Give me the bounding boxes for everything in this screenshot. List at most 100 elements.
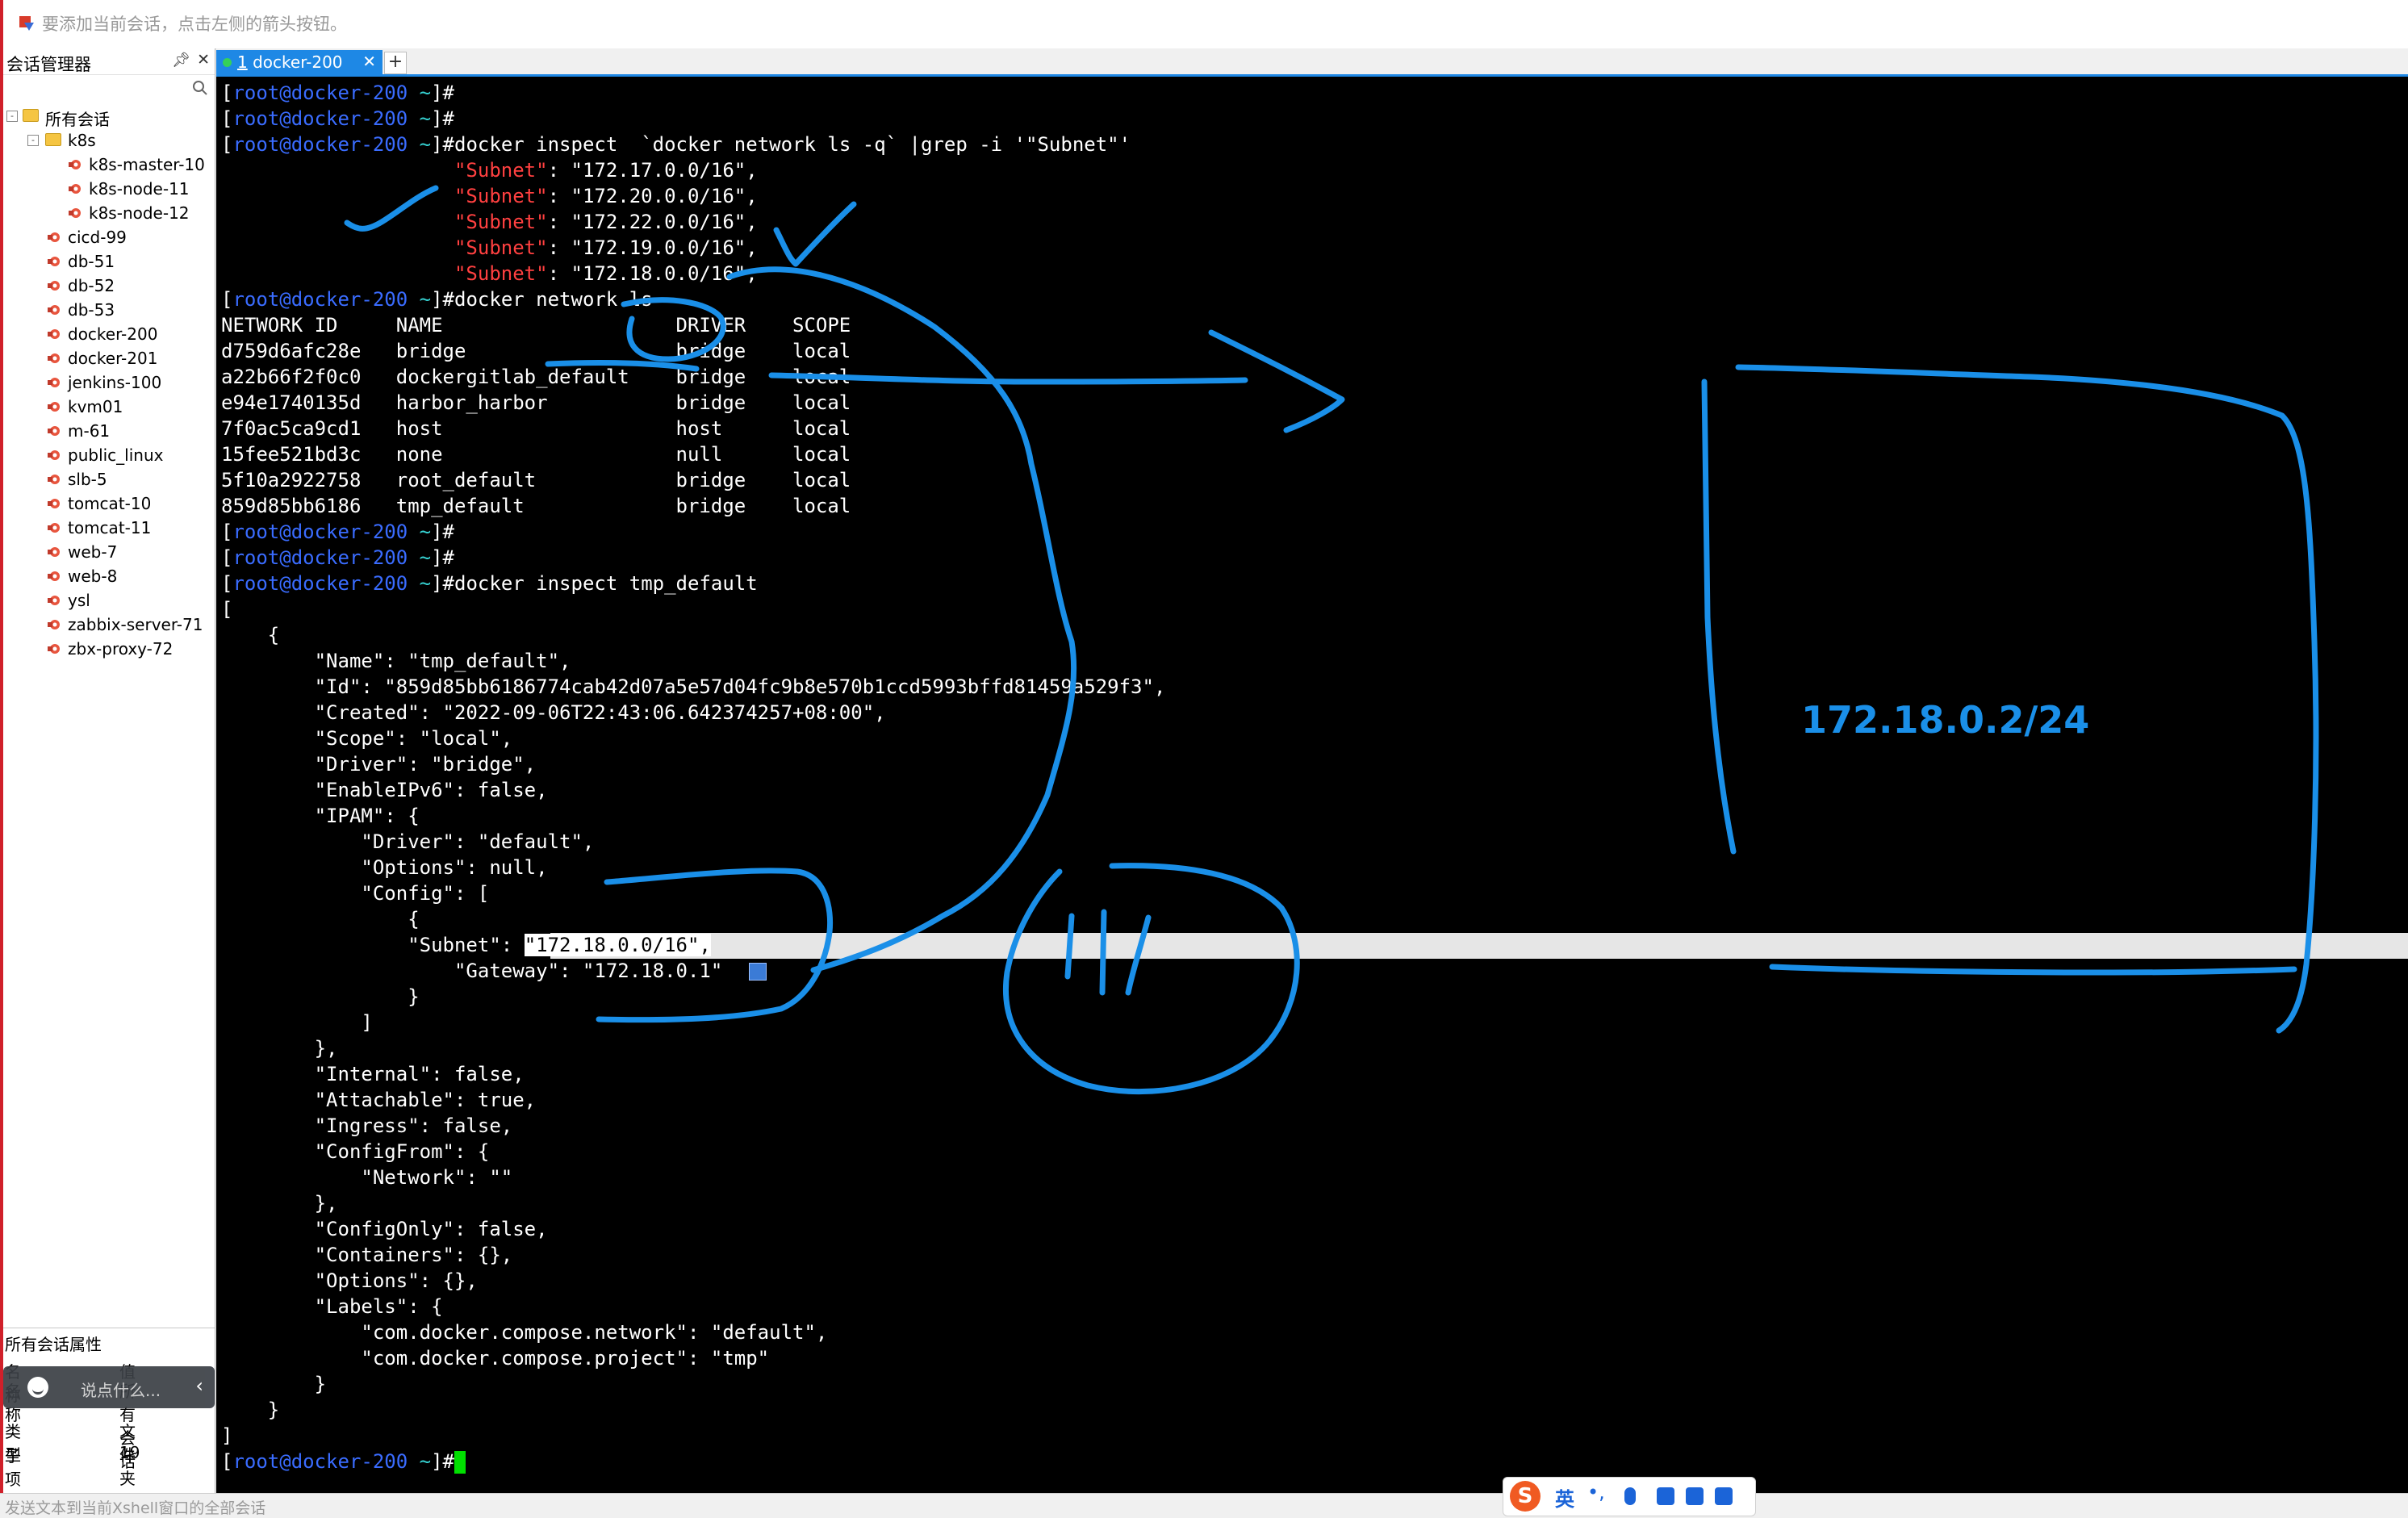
session-icon xyxy=(48,353,60,363)
ink-stroke xyxy=(1208,329,1345,433)
tree-label: k8s-master-10 xyxy=(89,155,205,174)
tree-session-item[interactable]: m-61 xyxy=(3,420,215,444)
json-text: "com.docker.compose.project": "tmp" xyxy=(221,1347,770,1370)
tree-session-item[interactable]: k8s-node-11 xyxy=(3,178,215,202)
note-icon[interactable] xyxy=(749,963,767,981)
prompt-line: [root@docker-200 ~]# xyxy=(221,82,455,104)
collapse-toggle-icon[interactable]: - xyxy=(6,111,18,122)
subnet-value: 172.20.0.0/16 xyxy=(582,185,734,207)
tree-session-item[interactable]: cicd-99 xyxy=(3,226,215,250)
tree-session-item[interactable]: db-52 xyxy=(3,274,215,299)
ls-row-text: e94e1740135d harbor_harbor bridge local xyxy=(221,391,851,414)
tree-label: ysl xyxy=(68,591,90,610)
json-line: "Options": {}, xyxy=(221,1268,1165,1294)
json-line: "Config": [ xyxy=(221,880,1165,906)
json-line: "Gateway": "172.18.0.1" xyxy=(221,958,1165,984)
tree-session-item[interactable]: db-53 xyxy=(3,299,215,323)
tree-session-item[interactable]: kvm01 xyxy=(3,395,215,420)
tree-session-item[interactable]: zbx-proxy-72 xyxy=(3,638,215,662)
json-line: "ConfigFrom": { xyxy=(221,1139,1165,1165)
property-value: 19 xyxy=(119,1443,140,1462)
tree-folder-k8s[interactable]: - k8s xyxy=(3,129,215,153)
ime-toolbar[interactable]: S 英 •, xyxy=(1503,1477,1756,1516)
ls-row-text: 7f0ac5ca9cd1 host host local xyxy=(221,417,851,440)
tree-session-item[interactable]: tomcat-11 xyxy=(3,516,215,541)
status-bar: 发送文本到当前Xshell窗口的全部会话 xyxy=(0,1493,2408,1517)
session-icon xyxy=(48,523,60,533)
table-row: a22b66f2f0c0 dockergitlab_default bridge… xyxy=(221,364,1165,390)
json-line: "Options": null, xyxy=(221,855,1165,880)
annotation-ip-label: 172.18.0.2/24 xyxy=(1801,698,2090,742)
session-icon xyxy=(48,378,60,387)
command-text: docker inspect tmp_default xyxy=(454,572,758,595)
session-icon xyxy=(48,499,60,508)
subnet-value: 172.22.0.0/16 xyxy=(582,211,734,233)
microphone-icon[interactable] xyxy=(1624,1487,1636,1505)
tree-session-item[interactable]: slb-5 xyxy=(3,468,215,492)
tree-session-item[interactable]: docker-201 xyxy=(3,347,215,371)
prompt-line: [root@docker-200 ~]# xyxy=(221,1449,1165,1474)
ime-language-toggle[interactable]: 英 xyxy=(1555,1483,1574,1512)
subnet-line: "Subnet": "172.20.0.0/16", xyxy=(454,185,758,207)
session-icon xyxy=(48,450,60,460)
json-text: "com.docker.compose.network": "default", xyxy=(221,1321,828,1344)
emoji-icon[interactable] xyxy=(27,1377,48,1398)
session-manager-title: 会话管理器 xyxy=(6,55,91,74)
json-line-selected: "Subnet": "172.18.0.0/16", xyxy=(221,932,1165,958)
pin-icon[interactable]: 📌︎ xyxy=(172,52,190,69)
tree-session-item[interactable]: web-8 xyxy=(3,565,215,589)
new-tab-button[interactable]: + xyxy=(384,52,407,74)
terminal-cursor xyxy=(454,1451,466,1474)
collapse-chevron-icon[interactable]: ‹ xyxy=(195,1374,203,1397)
ls-row-text: 5f10a2922758 root_default bridge local xyxy=(221,469,851,491)
tab-close-icon[interactable]: ✕ xyxy=(362,52,376,71)
json-line: ] xyxy=(221,1010,1165,1035)
json-text: "Internal": false, xyxy=(221,1063,525,1085)
chat-input-pill[interactable]: 说点什么... ‹ xyxy=(3,1366,215,1408)
toolbox-icon[interactable] xyxy=(1715,1487,1733,1505)
session-icon xyxy=(48,402,60,412)
json-line: "Internal": false, xyxy=(221,1061,1165,1087)
session-icon xyxy=(48,571,60,581)
skin-icon[interactable] xyxy=(1686,1487,1704,1505)
json-line: [ xyxy=(221,596,1165,622)
chat-placeholder: 说点什么... xyxy=(81,1381,161,1400)
keyboard-icon[interactable] xyxy=(1657,1487,1674,1505)
json-text: }, xyxy=(221,1037,338,1060)
session-icon xyxy=(48,281,60,291)
tree-session-item[interactable]: tomcat-10 xyxy=(3,492,215,516)
tree-session-item[interactable]: public_linux xyxy=(3,444,215,468)
sogou-logo-icon[interactable]: S xyxy=(1510,1481,1541,1512)
session-properties-panel: 所有会话属性 名称 值 名称 所有会话 类型 文件夹 子项目 19 xyxy=(3,1328,215,1512)
tree-session-item[interactable]: docker-200 xyxy=(3,323,215,347)
tree-root-all-sessions[interactable]: - 所有会话 xyxy=(3,105,215,129)
command-line: [root@docker-200 ~]#docker inspect tmp_d… xyxy=(221,572,758,595)
tree-session-item[interactable]: k8s-master-10 xyxy=(3,153,215,178)
ls-row-text: 859d85bb6186 tmp_default bridge local xyxy=(221,495,851,517)
json-line: "ConfigOnly": false, xyxy=(221,1216,1165,1242)
tree-session-item[interactable]: db-51 xyxy=(3,250,215,274)
tab-docker-200[interactable]: 1 docker-200 ✕ xyxy=(216,50,383,74)
tree-session-item[interactable]: web-7 xyxy=(3,541,215,565)
ime-punctuation-toggle[interactable]: •, xyxy=(1587,1481,1605,1503)
terminal-area[interactable]: [root@docker-200 ~]# [root@docker-200 ~]#… xyxy=(216,77,2408,1493)
table-row: 859d85bb6186 tmp_default bridge local xyxy=(221,493,1165,519)
tree-session-item[interactable]: jenkins-100 xyxy=(3,371,215,395)
close-icon[interactable]: ✕ xyxy=(197,51,210,69)
search-icon[interactable] xyxy=(192,80,208,96)
json-text: "Driver": "default", xyxy=(221,830,595,853)
tree-session-item[interactable]: ysl xyxy=(3,589,215,613)
tree-label: docker-201 xyxy=(68,349,158,368)
tab-strip: 1 docker-200 ✕ + xyxy=(216,48,2408,74)
add-session-arrow-icon[interactable] xyxy=(18,15,36,32)
prompt-line: [root@docker-200 ~]# xyxy=(221,107,455,130)
session-icon xyxy=(48,620,60,629)
properties-title: 所有会话属性 xyxy=(5,1335,102,1354)
json-line: } xyxy=(221,1371,1165,1397)
collapse-toggle-icon[interactable]: - xyxy=(27,135,39,146)
ls-row-text: a22b66f2f0c0 dockergitlab_default bridge… xyxy=(221,366,851,388)
json-text: "Id": "859d85bb6186774cab42d07a5e57d04fc… xyxy=(221,675,1166,698)
tree-session-item[interactable]: k8s-node-12 xyxy=(3,202,215,226)
ls-row-text: 15fee521bd3c none null local xyxy=(221,443,851,466)
tree-session-item[interactable]: zabbix-server-71 xyxy=(3,613,215,638)
